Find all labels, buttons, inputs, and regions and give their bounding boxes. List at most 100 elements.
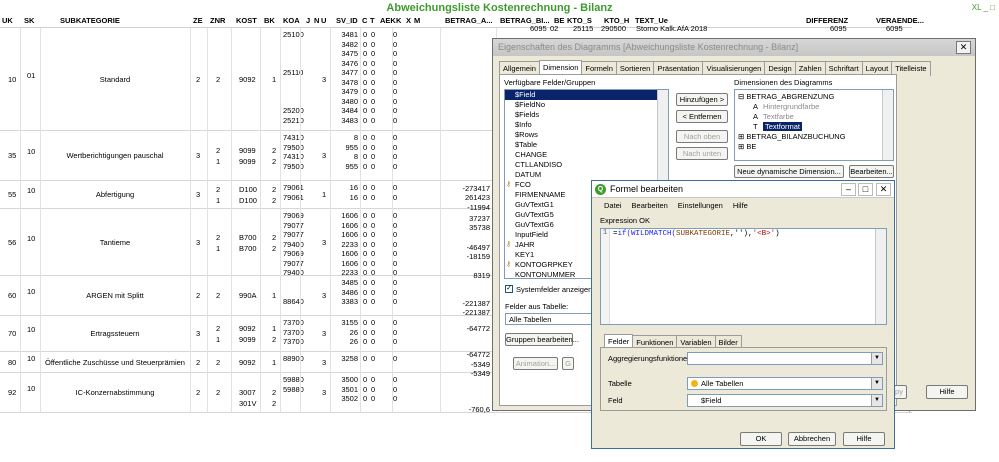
sv-id-cell: 3258 (341, 354, 358, 363)
aek-cell: 0 (393, 337, 398, 346)
flag-cell: 0 (371, 327, 376, 337)
aek-cell: 0 (393, 49, 398, 58)
column-header[interactable]: J (306, 16, 310, 25)
column-header[interactable]: AEK (380, 16, 396, 25)
kost-cell: 301V (239, 399, 257, 408)
column-header[interactable]: N (314, 16, 319, 25)
list-item[interactable]: DATUM (505, 170, 668, 180)
flag-cell: 0 (363, 211, 368, 220)
column-header[interactable]: M (414, 16, 420, 25)
flag-cell: 0 (371, 384, 376, 394)
column-header[interactable]: ZNR (210, 16, 225, 25)
cancel-button[interactable]: Abbrechen (788, 432, 836, 446)
list-item[interactable]: $Rows (505, 130, 668, 140)
edit-groups-button[interactable]: Gruppen bearbeiten... (505, 333, 579, 346)
add-button[interactable]: Hinzufügen > (676, 93, 728, 106)
tables-dropdown[interactable]: Alle Tabellen (505, 313, 595, 325)
list-item[interactable]: $Field (505, 90, 668, 100)
sv-id-cell: 2233 (341, 239, 358, 249)
flag-cell: 0 (371, 152, 376, 161)
close-icon[interactable]: ✕ (876, 183, 891, 196)
partial-button[interactable]: G (562, 357, 574, 370)
move-down-button[interactable]: Nach unten (676, 147, 728, 160)
code-string: '<B>' (752, 230, 776, 238)
column-header[interactable]: K (396, 16, 401, 25)
flag-cell: 0 (363, 161, 368, 171)
column-header[interactable]: T (370, 16, 375, 25)
column-header[interactable]: SK (24, 16, 34, 25)
new-dynamic-dimension-button[interactable]: Neue dynamische Dimension... (734, 165, 844, 178)
uk-cell: 35 (8, 151, 17, 160)
column-header[interactable]: X (406, 16, 411, 25)
list-item[interactable]: $Info (505, 120, 668, 130)
menu-item-hilfe[interactable]: Hilfe (728, 199, 753, 213)
system-fields-checkbox[interactable]: ✓ (505, 285, 513, 293)
column-header[interactable]: C (362, 16, 367, 25)
menu-item-datei[interactable]: Datei (599, 199, 627, 213)
tree-item[interactable]: A Hintergrundfarbe (735, 102, 893, 112)
tab-titelleiste[interactable]: Titelleiste (891, 61, 931, 76)
tree-item[interactable]: A Textfarbe (735, 112, 893, 122)
aggr-dropdown[interactable]: ▼ (687, 352, 883, 365)
scrollbar[interactable] (875, 229, 886, 324)
tree-item[interactable]: T Textformat (735, 122, 893, 132)
tree-item[interactable]: ⊞ BE (735, 142, 893, 152)
menu-item-bearbeiten[interactable]: Bearbeiten (627, 199, 673, 213)
scrollbar[interactable] (882, 90, 893, 160)
column-header[interactable]: KOST (236, 16, 257, 25)
column-header[interactable]: ZE (193, 16, 203, 25)
flag-cell: 0 (371, 220, 376, 230)
betrag-a-cell: -18159 (466, 252, 490, 261)
aek-cell: 0 (393, 384, 398, 394)
minimize-icon[interactable]: – (841, 183, 856, 196)
grid-line (20, 28, 21, 413)
list-item[interactable]: $Fields (505, 110, 668, 120)
menu-item-einstellungen[interactable]: Einstellungen (673, 199, 728, 213)
animation-button[interactable]: Animation... (513, 357, 558, 370)
column-header[interactable]: BK (264, 16, 275, 25)
tab-dimension[interactable]: Dimension (538, 60, 583, 75)
sv-id-cell: 3485 (341, 278, 358, 287)
list-item[interactable]: CTLLANDISO (505, 160, 668, 170)
remove-button[interactable]: < Entfernen (676, 110, 728, 123)
column-header[interactable]: KOA (283, 16, 300, 25)
key-icon: ⚷ (506, 241, 512, 248)
column-header[interactable]: SUBKATEGORIE (60, 16, 120, 25)
edit-dimension-button[interactable]: Bearbeiten... (849, 165, 894, 178)
field-dropdown[interactable]: $Field ▼ (687, 394, 883, 407)
tree-item[interactable]: ⊞ BETRAG_BILANZBUCHUNG (735, 132, 893, 142)
flag-cell: 0 (363, 58, 368, 68)
u-cell: 1 (322, 190, 327, 199)
move-up-button[interactable]: Nach oben (676, 130, 728, 143)
field-name: GuVTextG1 (515, 200, 554, 209)
u-cell: 3 (322, 237, 327, 247)
aek-cell: 0 (393, 258, 398, 268)
field-name: KEY1 (515, 250, 535, 259)
aek-cell: 0 (393, 77, 398, 87)
table-icon (691, 380, 698, 387)
column-header[interactable]: SV_ID (336, 16, 358, 25)
sv-id-cell: 3486 (341, 287, 358, 297)
sheet-caption-icons[interactable]: XL _ □ (972, 3, 995, 12)
column-header[interactable]: U (321, 16, 326, 25)
help-button[interactable]: Hilfe (843, 432, 885, 446)
edit-expression-dialog: Q Formel bearbeiten – □ ✕ Datei Bearbeite… (591, 180, 895, 449)
tree-item[interactable]: ⊟ BETRAG_ABGRENZUNG (735, 92, 893, 102)
column-header[interactable]: BETRAG_A... (445, 16, 493, 25)
kto-h-cell: 290500 (601, 24, 627, 33)
list-item[interactable]: CHANGE (505, 150, 668, 160)
help-button[interactable]: Hilfe (926, 385, 968, 399)
close-icon[interactable]: ✕ (956, 41, 971, 54)
column-header[interactable]: UK (2, 16, 13, 25)
maximize-icon[interactable]: □ (858, 183, 873, 196)
table-dropdown[interactable]: Alle Tabellen ▼ (687, 377, 883, 390)
expression-editor[interactable]: 1 =if(WILDMATCH(SUBKATEGORIE,''),'<B>') (600, 228, 887, 325)
chart-dimensions-tree[interactable]: ⊟ BETRAG_ABGRENZUNG A Hintergrundfarbe A T… (734, 89, 894, 161)
ok-button[interactable]: OK (740, 432, 782, 446)
uk-cell: 56 (8, 237, 17, 247)
kost-cell: 990A (239, 291, 257, 300)
list-item[interactable]: $Table (505, 140, 668, 150)
flag-cell: 0 (363, 142, 368, 152)
list-item[interactable]: $FieldNo (505, 100, 668, 110)
flag-cell: 0 (363, 133, 368, 142)
